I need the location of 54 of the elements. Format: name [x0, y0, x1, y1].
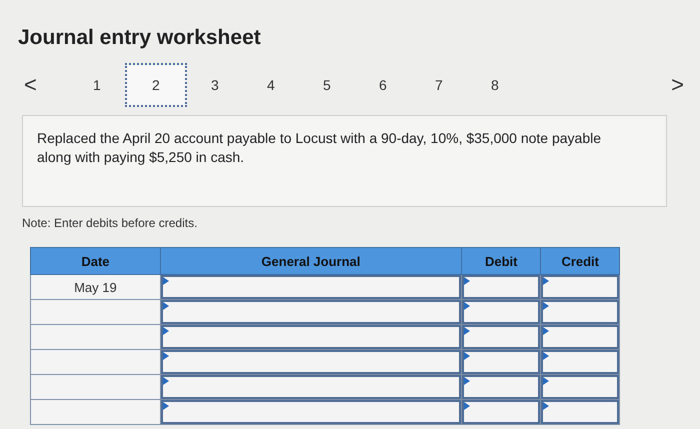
page-tab[interactable]: 5 [298, 70, 355, 100]
input-field[interactable] [160, 375, 461, 399]
input-field[interactable] [541, 350, 619, 374]
flag-icon [543, 352, 550, 360]
page-tab[interactable]: 1 [68, 70, 125, 100]
input-field[interactable] [160, 325, 461, 349]
page-tab[interactable]: 3 [186, 70, 243, 100]
page-tab[interactable]: 6 [354, 70, 411, 100]
column-header: Date [30, 248, 160, 274]
page-tab[interactable]: 7 [410, 70, 467, 100]
input-field[interactable] [541, 375, 619, 399]
note-text: Note: Enter debits before credits. [22, 216, 198, 230]
input-field[interactable] [462, 325, 540, 349]
input-field[interactable] [462, 300, 540, 324]
input-field[interactable] [541, 325, 619, 349]
flag-icon [543, 402, 550, 410]
input-field[interactable] [541, 300, 619, 324]
flag-icon [464, 327, 470, 335]
flag-icon [162, 352, 169, 360]
flag-icon [464, 277, 470, 285]
flag-icon [543, 377, 550, 385]
page-tab[interactable]: 4 [242, 70, 299, 100]
flag-icon [162, 327, 169, 335]
input-field[interactable] [462, 275, 540, 299]
description-text: Replaced the April 20 account payable to Locust with a 90-day, 10%, $35,000 note payable along with paying $5,250 in cash. [37, 129, 602, 167]
input-field[interactable] [160, 350, 461, 374]
flag-icon [464, 402, 470, 410]
input-field[interactable] [462, 350, 540, 374]
input-field[interactable] [541, 275, 619, 299]
input-field[interactable] [160, 275, 461, 299]
next-button[interactable]: > [665, 72, 690, 98]
flag-icon [543, 327, 550, 335]
date-cell: May 19 [30, 274, 160, 300]
flag-icon [162, 377, 169, 385]
worksheet-title: Journal entry worksheet [18, 26, 262, 50]
input-field[interactable] [462, 400, 540, 424]
flag-icon [543, 302, 550, 310]
flag-icon [464, 302, 470, 310]
previous-button[interactable]: < [18, 72, 43, 98]
flag-icon [543, 277, 550, 285]
page-tab[interactable]: 8 [466, 70, 523, 100]
flag-icon [162, 277, 169, 285]
column-header: Credit [540, 248, 620, 274]
input-field[interactable] [462, 375, 540, 399]
flag-icon [162, 402, 169, 410]
flag-icon [464, 377, 470, 385]
flag-icon [464, 352, 470, 360]
column-header: General Journal [160, 248, 462, 274]
input-field[interactable] [541, 400, 619, 424]
input-field[interactable] [160, 300, 461, 324]
column-header: Debit [461, 248, 541, 274]
flag-icon [162, 302, 169, 310]
page-tab[interactable]: 2 [124, 63, 187, 107]
input-field[interactable] [160, 400, 461, 424]
